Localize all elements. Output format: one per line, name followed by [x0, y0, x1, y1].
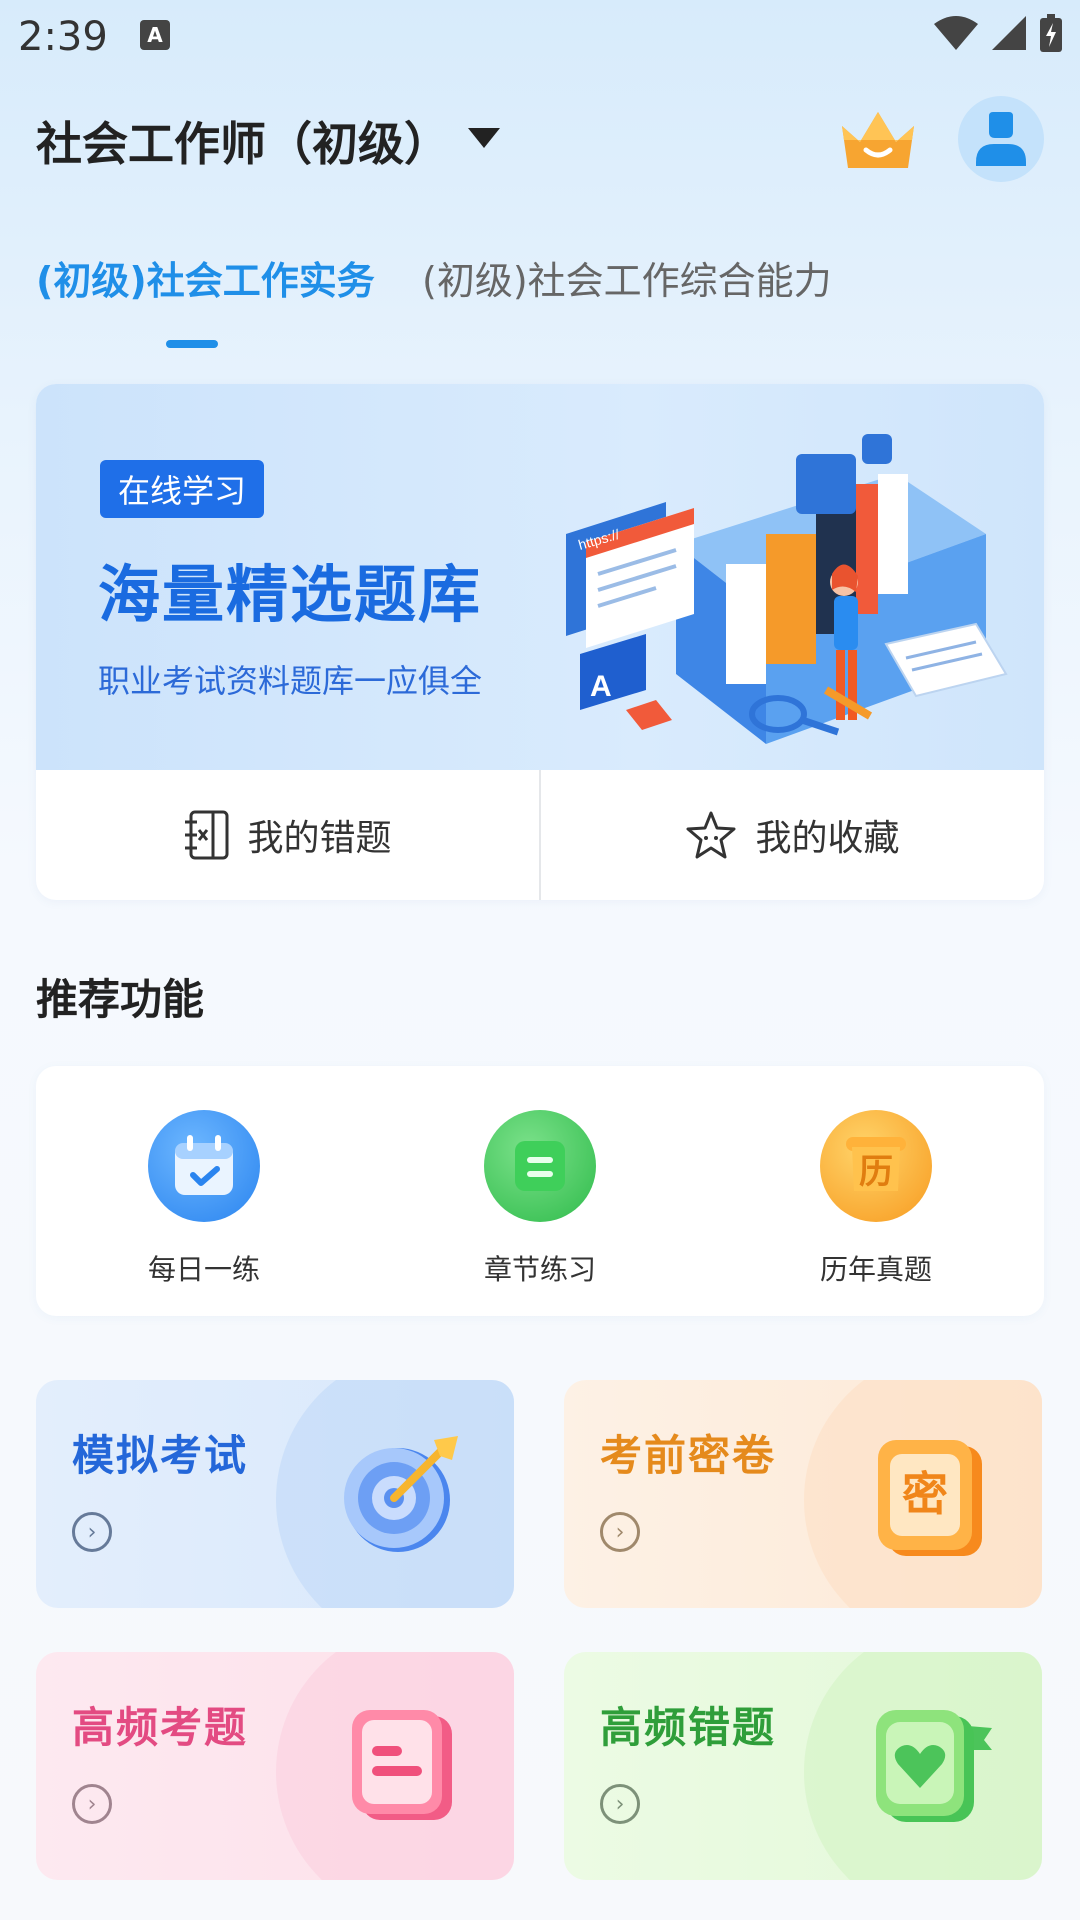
arrow-right-icon[interactable]: ›	[72, 1784, 112, 1824]
mock-exam-title: 模拟考试	[72, 1431, 249, 1480]
chapter-practice-button[interactable]: 章节练习	[372, 1066, 708, 1316]
status-time: 2:39	[18, 14, 108, 60]
arrow-right-icon[interactable]: ›	[600, 1512, 640, 1552]
my-favorites-label: 我的收藏	[755, 818, 900, 859]
secret-paper-icon: 密	[878, 1440, 982, 1556]
tab-practice[interactable]: (初级)社会工作实务	[36, 250, 375, 305]
calendar-icon	[148, 1110, 260, 1222]
past-papers-label: 历年真题	[819, 1253, 932, 1286]
heart-book-icon	[876, 1710, 992, 1822]
frequent-questions-icon	[352, 1710, 452, 1820]
arrow-right-icon[interactable]: ›	[72, 1512, 112, 1552]
recommend-title: 推荐功能	[36, 975, 205, 1024]
daily-practice-label: 每日一练	[147, 1253, 260, 1286]
frequent-wrong-title: 高频错题	[600, 1703, 777, 1752]
banner-card: 在线学习 海量精选题库 职业考试资料题库一应俱全 https:// A 我的错题…	[36, 384, 1044, 900]
frequent-questions-title: 高频考题	[72, 1703, 249, 1752]
recommend-card: 每日一练 章节练习 历 历年真题	[36, 1066, 1044, 1316]
signal-icon	[992, 16, 1026, 50]
banner[interactable]: 在线学习 海量精选题库 职业考试资料题库一应俱全 https:// A	[36, 384, 1044, 770]
frequent-questions-card[interactable]: 高频考题 ›	[36, 1652, 514, 1880]
banner-illustration: https:// A	[566, 434, 1008, 744]
my-wrong-questions-label: 我的错题	[247, 818, 392, 859]
notification-a-icon: A	[140, 20, 170, 50]
user-icon	[976, 112, 1026, 166]
avatar[interactable]	[958, 96, 1044, 182]
tab-indicator	[166, 340, 218, 348]
exam-title[interactable]: 社会工作师（初级）	[36, 108, 450, 174]
chapter-practice-label: 章节练习	[483, 1253, 596, 1286]
status-icons	[934, 14, 1062, 52]
secret-paper-icon-char: 密	[902, 1467, 948, 1521]
target-icon	[344, 1436, 458, 1552]
secret-paper-title: 考前密卷	[600, 1431, 777, 1480]
daily-practice-button[interactable]: 每日一练	[36, 1066, 372, 1316]
vip-crown-icon[interactable]	[836, 96, 920, 180]
banner-title: 海量精选题库	[98, 558, 483, 631]
dropdown-arrow-icon[interactable]	[468, 128, 500, 148]
past-papers-button[interactable]: 历 历年真题	[708, 1066, 1044, 1316]
svg-text:A: A	[590, 670, 612, 703]
mock-exam-card[interactable]: 模拟考试 ›	[36, 1380, 514, 1608]
wifi-icon	[934, 16, 978, 50]
my-favorites-button[interactable]: 我的收藏	[541, 770, 1044, 900]
my-wrong-questions-button[interactable]: 我的错题	[36, 770, 539, 900]
battery-icon	[1040, 14, 1062, 52]
tab-comprehensive[interactable]: (初级)社会工作综合能力	[422, 250, 832, 305]
chapter-icon	[484, 1110, 596, 1222]
banner-tag: 在线学习	[100, 460, 265, 518]
past-papers-icon: 历	[820, 1110, 932, 1222]
banner-subtitle: 职业考试资料题库一应俱全	[98, 662, 483, 700]
secret-paper-card[interactable]: 考前密卷 › 密	[564, 1380, 1042, 1608]
quick-links: 我的错题 我的收藏	[36, 770, 1044, 900]
arrow-right-icon[interactable]: ›	[600, 1784, 640, 1824]
frequent-wrong-card[interactable]: 高频错题 ›	[564, 1652, 1042, 1880]
past-papers-icon-char: 历	[859, 1152, 893, 1192]
wrong-questions-icon	[185, 810, 229, 860]
star-icon	[686, 811, 736, 859]
